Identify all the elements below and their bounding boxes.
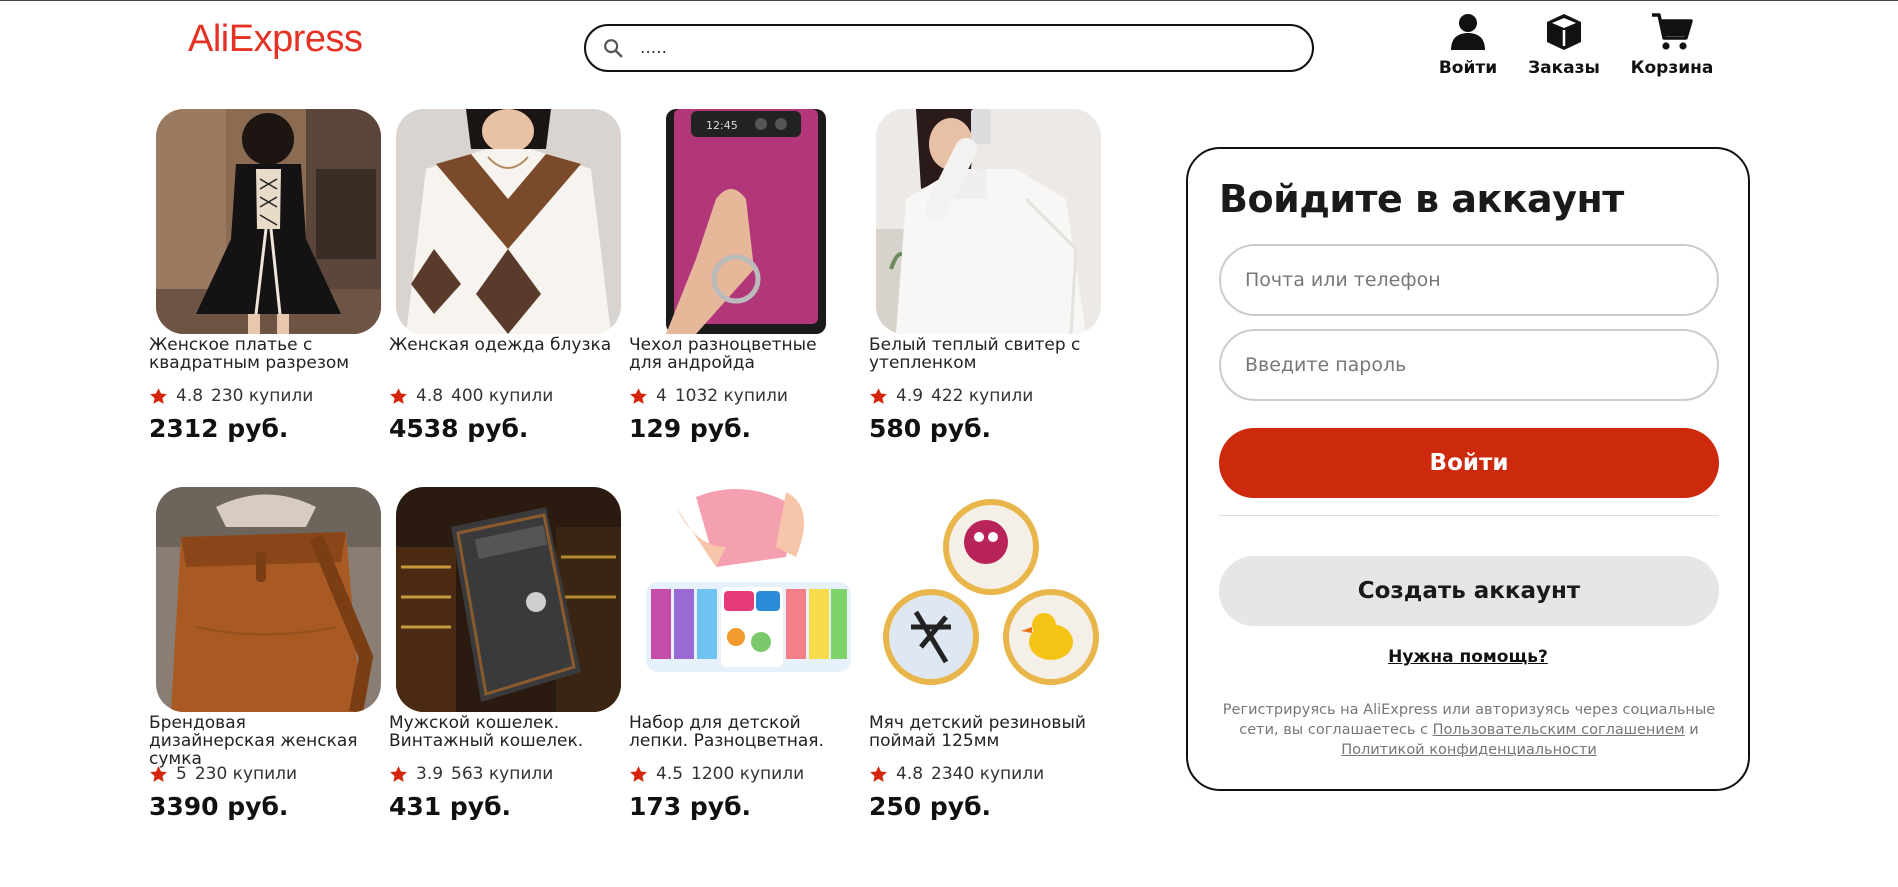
star-icon xyxy=(390,765,407,782)
header-login-button[interactable]: Войти xyxy=(1423,12,1513,78)
product-card[interactable]: Белый теплый свитер с утепленком 4.9 422… xyxy=(869,109,1101,443)
star-icon xyxy=(150,765,167,782)
product-rating-row: 4.8 230 купили xyxy=(149,386,381,406)
product-price: 250 руб. xyxy=(869,792,992,821)
search-input[interactable] xyxy=(638,37,1282,59)
product-rating-row: 4.5 1200 купили xyxy=(629,764,861,784)
cart-icon xyxy=(1652,13,1693,50)
product-title[interactable]: Набор для детской лепки. Разноцветная. xyxy=(629,714,854,754)
product-image-sweater[interactable] xyxy=(876,109,1101,334)
privacy-policy-link[interactable]: Политикой конфиденциальности xyxy=(1341,742,1597,758)
product-card[interactable]: 12:45 Чехол разноцветные для андройда 4 … xyxy=(629,109,861,443)
product-bought-count: 400 купили xyxy=(451,386,554,406)
product-price: 4538 руб. xyxy=(389,414,529,443)
star-icon xyxy=(870,765,887,782)
product-title[interactable]: Брендовая дизайнерская женская сумка xyxy=(149,714,374,768)
login-panel: Войдите в аккаунт Войти Создать аккаунт … xyxy=(1186,147,1750,791)
product-rating-row: 4.8 2340 купили xyxy=(869,764,1101,784)
product-rating-row: 4.9 422 купили xyxy=(869,386,1101,406)
login-heading: Войдите в аккаунт xyxy=(1219,177,1624,221)
product-rating: 5 xyxy=(176,764,187,784)
star-icon xyxy=(870,387,887,404)
product-image-balls[interactable] xyxy=(876,487,1101,712)
header-login-label: Войти xyxy=(1438,58,1498,78)
product-card[interactable]: Мяч детский резиновый поймай 125мм 4.8 2… xyxy=(869,487,1101,821)
login-button[interactable]: Войти xyxy=(1219,428,1719,498)
user-agreement-link[interactable]: Пользовательским соглашением xyxy=(1433,722,1685,738)
top-border xyxy=(0,0,1898,1)
product-card[interactable]: Набор для детской лепки. Разноцветная. 4… xyxy=(629,487,861,821)
star-icon xyxy=(390,387,407,404)
product-image-wallet[interactable] xyxy=(396,487,621,712)
product-card[interactable]: Брендовая дизайнерская женская сумка 5 2… xyxy=(149,487,381,821)
product-price: 173 руб. xyxy=(629,792,752,821)
header-orders-button[interactable]: Заказы xyxy=(1519,12,1609,78)
search-icon xyxy=(604,39,623,58)
aliexpress-logo[interactable]: AliExpress xyxy=(188,18,363,61)
product-title[interactable]: Чехол разноцветные для андройда xyxy=(629,336,854,376)
product-price: 2312 руб. xyxy=(149,414,289,443)
product-title[interactable]: Мяч детский резиновый поймай 125мм xyxy=(869,714,1094,754)
product-price: 129 руб. xyxy=(629,414,752,443)
help-link[interactable]: Нужна помощь? xyxy=(1188,647,1748,667)
product-rating-row: 3.9 563 купили xyxy=(389,764,621,784)
product-card[interactable]: Мужской кошелек. Винтажный кошелек. 3.9 … xyxy=(389,487,621,821)
user-icon xyxy=(1451,14,1485,50)
product-title[interactable]: Белый теплый свитер с утепленком xyxy=(869,336,1094,376)
search-bar[interactable] xyxy=(584,24,1314,72)
product-price: 3390 руб. xyxy=(149,792,289,821)
product-bought-count: 1200 купили xyxy=(691,764,805,784)
product-title[interactable]: Мужской кошелек. Винтажный кошелек. xyxy=(389,714,614,754)
box-icon xyxy=(1547,14,1581,50)
product-price: 431 руб. xyxy=(389,792,512,821)
product-rating: 4.8 xyxy=(416,386,444,406)
product-rating: 4 xyxy=(656,386,667,406)
product-rating: 4.9 xyxy=(896,386,924,406)
product-image-bag[interactable] xyxy=(156,487,381,712)
product-title[interactable]: Женское платье с квадратным разрезом xyxy=(149,336,374,376)
svg-text:12:45: 12:45 xyxy=(706,119,738,132)
legal-notice: Регистрируясь на AliExpress или авторизу… xyxy=(1219,700,1719,760)
email-phone-field[interactable] xyxy=(1219,244,1719,316)
product-bought-count: 2340 купили xyxy=(931,764,1045,784)
product-image-blouse[interactable] xyxy=(396,109,621,334)
product-image-dress[interactable] xyxy=(156,109,381,334)
product-price: 580 руб. xyxy=(869,414,992,443)
product-image-phone-case[interactable]: 12:45 xyxy=(636,109,861,334)
legal-text-2: и xyxy=(1684,722,1699,738)
product-rating: 3.9 xyxy=(416,764,444,784)
header-cart-button[interactable]: Корзина xyxy=(1627,12,1717,78)
password-field[interactable] xyxy=(1219,329,1719,401)
product-image-modeling-set[interactable] xyxy=(636,487,861,712)
product-bought-count: 422 купили xyxy=(931,386,1034,406)
product-bought-count: 230 купили xyxy=(194,764,298,784)
product-bought-count: 563 купили xyxy=(451,764,554,784)
star-icon xyxy=(630,765,647,782)
product-rating: 4.8 xyxy=(176,386,204,406)
divider xyxy=(1219,515,1719,516)
product-bought-count: 1032 купили xyxy=(674,386,788,406)
product-rating: 4.5 xyxy=(656,764,684,784)
header-orders-label: Заказы xyxy=(1528,58,1600,78)
star-icon xyxy=(630,387,647,404)
product-bought-count: 230 купили xyxy=(211,386,314,406)
star-icon xyxy=(150,387,167,404)
product-rating-row: 4.8 400 купили xyxy=(389,386,621,406)
product-card[interactable]: Женское платье с квадратным разрезом 4.8… xyxy=(149,109,381,443)
product-title[interactable]: Женская одежда блузка xyxy=(389,336,614,376)
create-account-button[interactable]: Создать аккаунт xyxy=(1219,556,1719,626)
header-cart-label: Корзина xyxy=(1630,58,1714,78)
product-card[interactable]: Женская одежда блузка 4.8 400 купили 453… xyxy=(389,109,621,443)
product-rating: 4.8 xyxy=(896,764,924,784)
product-rating-row: 5 230 купили xyxy=(149,764,381,784)
product-rating-row: 4 1032 купили xyxy=(629,386,861,406)
